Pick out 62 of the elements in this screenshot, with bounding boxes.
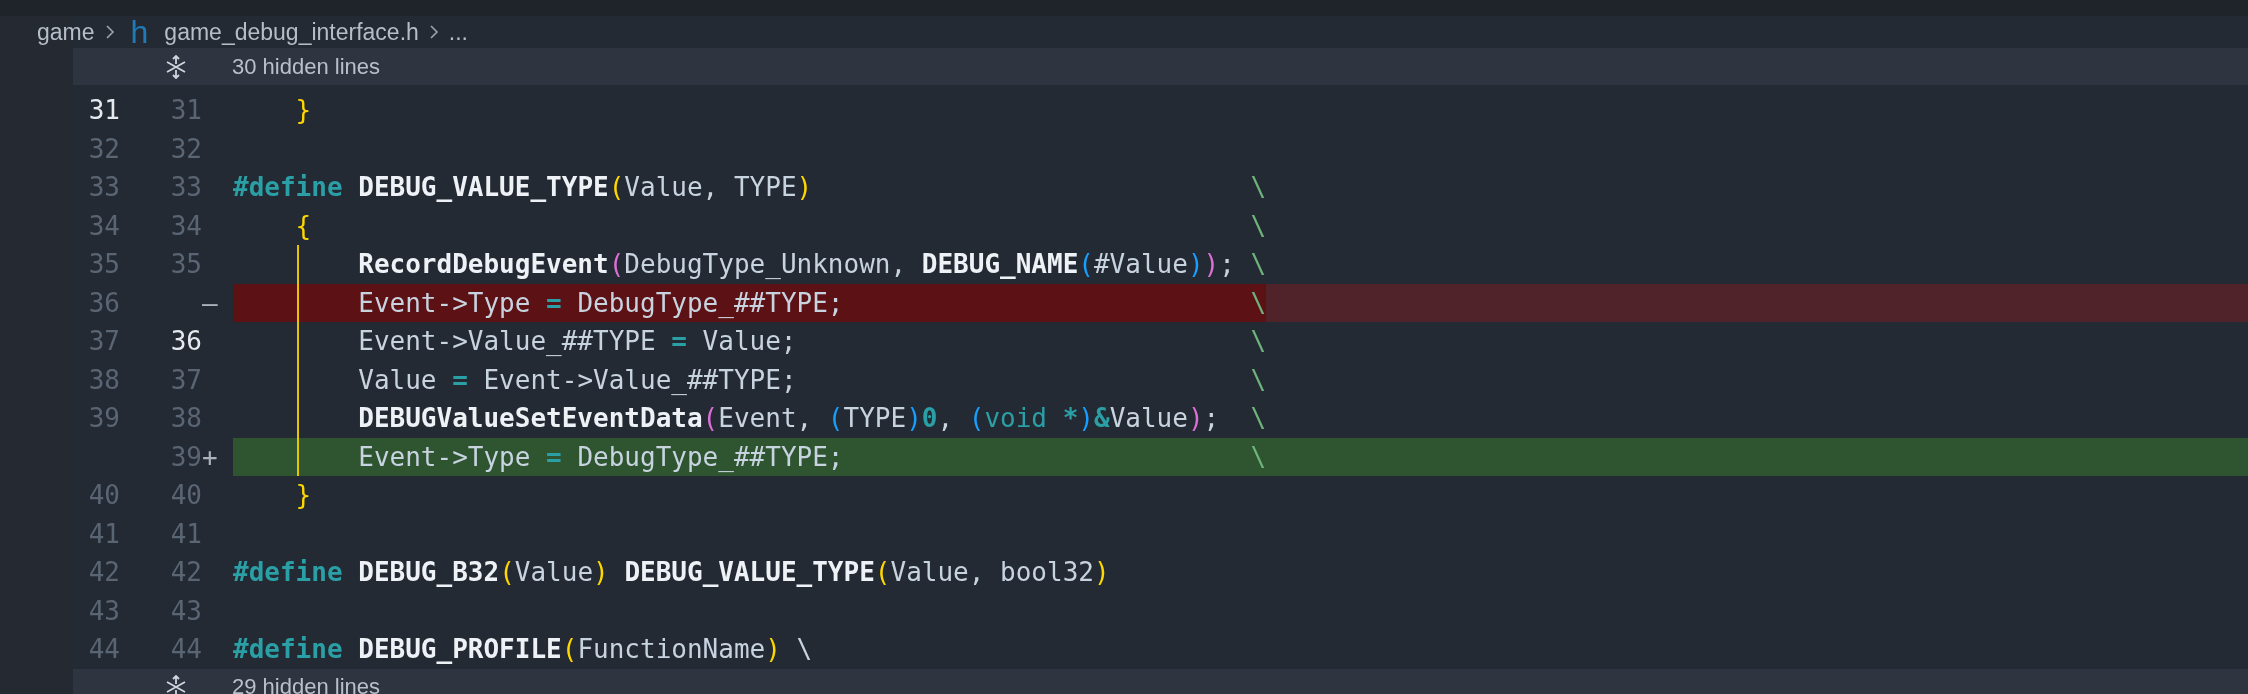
line-continuation: \ — [1250, 171, 1267, 204]
hidden-lines-bar[interactable]: 29 hidden lines — [73, 668, 2248, 694]
line-continuation: \ — [1250, 283, 1267, 322]
line-number: 40 — [88, 480, 120, 510]
line-number: 33 — [88, 172, 120, 202]
file-type-icon: h — [130, 16, 149, 48]
line-number: 39 — [88, 403, 120, 433]
code-text: Event->Type = DebugType_##TYPE; — [357, 441, 844, 472]
line-continuation: \ — [1250, 209, 1267, 243]
unfold-icon — [164, 54, 188, 79]
line-number: 34 — [170, 210, 202, 241]
hidden-lines-label: 30 hidden lines — [232, 53, 380, 80]
code-text: Event->Type = DebugType_##TYPE; — [357, 287, 844, 318]
chevron-icon — [104, 24, 115, 40]
line-number: 42 — [88, 557, 120, 587]
code-text: } — [294, 480, 312, 510]
breadcrumb-item[interactable]: game_debug_interface.h — [164, 18, 419, 46]
line-number: 44 — [88, 634, 120, 664]
line-number: 35 — [88, 249, 120, 279]
chevron-icon — [428, 24, 439, 40]
line-number: 32 — [88, 133, 120, 164]
line-number: 41 — [170, 518, 202, 549]
line-number: 34 — [88, 210, 120, 241]
code-text: { — [294, 210, 312, 241]
breadcrumb-item[interactable]: game — [37, 18, 95, 46]
hidden-lines-bar[interactable]: 30 hidden lines — [73, 48, 2248, 85]
line-number: 33 — [170, 172, 202, 202]
line-number: 43 — [170, 595, 202, 626]
line-number: 38 — [170, 403, 202, 433]
line-number: 44 — [170, 634, 202, 664]
line-number: 38 — [88, 364, 120, 395]
code-text: #define DEBUG_PROFILE(FunctionName) \ — [233, 634, 813, 664]
code-text: Event->Value_##TYPE = Value; — [357, 326, 797, 356]
line-number: 32 — [170, 133, 202, 164]
code-text: Value = Event->Value_##TYPE; — [357, 364, 797, 395]
diff-marker: + — [202, 441, 218, 472]
line-continuation: \ — [1250, 440, 1267, 474]
diff-marker: — — [202, 287, 218, 318]
hidden-lines-label: 29 hidden lines — [232, 674, 380, 694]
line-number: 31 — [88, 95, 120, 125]
code-text: RecordDebugEvent(DebugType_Unknown, DEBUG_NAME(#Value)); — [357, 249, 1235, 279]
code-text: } — [294, 95, 312, 125]
line-continuation: \ — [1250, 402, 1267, 435]
line-number: 37 — [170, 364, 202, 395]
line-continuation: \ — [1250, 325, 1267, 358]
unfold-icon — [164, 675, 188, 694]
line-number: 42 — [170, 557, 202, 587]
code-text: DEBUGValueSetEventData(Event, (TYPE)0, (void *)&Value); — [357, 403, 1220, 433]
line-number: 35 — [170, 249, 202, 279]
line-number: 36 — [170, 326, 202, 356]
line-number: 36 — [88, 287, 120, 318]
line-number: 37 — [88, 326, 120, 356]
line-number: 43 — [88, 595, 120, 626]
code-text: #define DEBUG_VALUE_TYPE(Value, TYPE) — [233, 172, 813, 202]
line-continuation: \ — [1250, 363, 1267, 397]
line-number: 39 — [170, 441, 202, 472]
breadcrumb-item[interactable]: ... — [448, 18, 468, 46]
line-continuation: \ — [1250, 248, 1267, 281]
line-number: 41 — [88, 518, 120, 549]
line-number: 40 — [170, 480, 202, 510]
line-number: 31 — [170, 95, 202, 125]
code-text: #define DEBUG_B32(Value) DEBUG_VALUE_TYPE(Value, bool32) — [233, 557, 1110, 587]
